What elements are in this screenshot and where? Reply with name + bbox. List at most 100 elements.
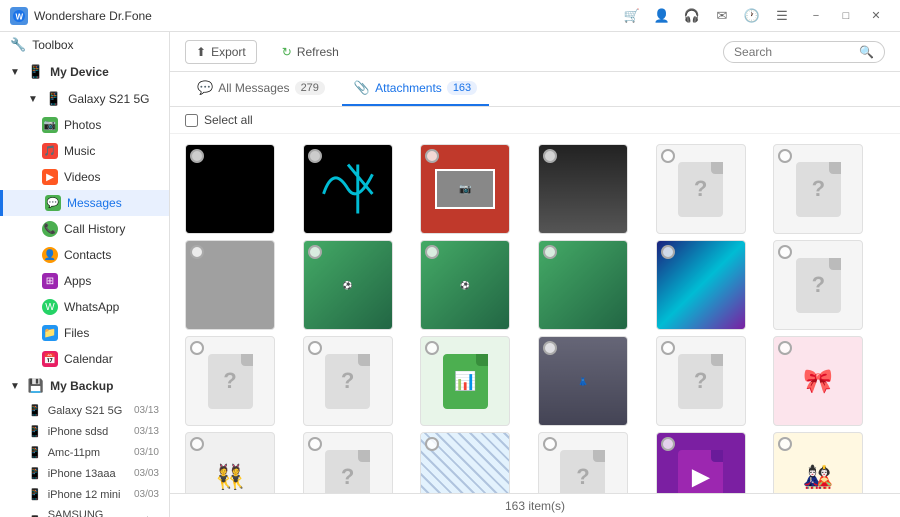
- item-checkbox-16[interactable]: [543, 341, 557, 355]
- item-checkbox-13[interactable]: [190, 341, 204, 355]
- photos-label: Photos: [64, 118, 101, 132]
- minimize-button[interactable]: −: [802, 5, 830, 27]
- grid-item-13[interactable]: ?: [185, 336, 275, 426]
- search-input[interactable]: [734, 45, 854, 59]
- files-label: Files: [64, 326, 89, 340]
- export-button[interactable]: ⬆ Export: [185, 40, 257, 64]
- status-bar: 163 item(s): [170, 493, 900, 517]
- toolbox-label: Toolbox: [32, 38, 73, 52]
- grid-item-24[interactable]: 🎎: [773, 432, 863, 493]
- cart-icon[interactable]: 🛒: [622, 6, 642, 26]
- item-checkbox-17[interactable]: [661, 341, 675, 355]
- refresh-button[interactable]: ↻ Refresh: [272, 41, 349, 63]
- backup-item-amc[interactable]: 📱 Amc-11pm 03/10: [0, 442, 169, 463]
- sidebar-item-messages[interactable]: 💬 Messages: [0, 190, 169, 216]
- maximize-button[interactable]: □: [832, 5, 860, 27]
- grid-item-17[interactable]: ?: [656, 336, 746, 426]
- grid-item-21[interactable]: [420, 432, 510, 493]
- videos-label: Videos: [64, 170, 100, 184]
- attachments-count: 163: [447, 81, 477, 95]
- grid-item-18[interactable]: 🎀: [773, 336, 863, 426]
- select-all-label[interactable]: Select all: [185, 113, 253, 127]
- sidebar-item-my-device[interactable]: ▼ 📱 My Device: [0, 58, 169, 86]
- grid-item-9[interactable]: ⚽: [420, 240, 510, 330]
- grid-item-7[interactable]: [185, 240, 275, 330]
- collapse-backup-icon: ▼: [10, 381, 20, 392]
- item-count: 163 item(s): [505, 499, 565, 513]
- item-checkbox-1[interactable]: [190, 149, 204, 163]
- close-button[interactable]: ✕: [862, 5, 890, 27]
- grid-item-16[interactable]: 👗: [538, 336, 628, 426]
- backup-item-galaxy[interactable]: 📱 Galaxy S21 5G 03/13: [0, 400, 169, 421]
- sidebar-item-videos[interactable]: ▶ Videos: [0, 164, 169, 190]
- select-all-checkbox[interactable]: [185, 114, 198, 127]
- attachments-grid: 📷 ? ?: [185, 144, 885, 493]
- attachments-grid-area: 📷 ? ?: [170, 134, 900, 493]
- history-icon[interactable]: 🕐: [742, 6, 762, 26]
- grid-item-15[interactable]: 📊: [420, 336, 510, 426]
- search-icon: 🔍: [859, 45, 874, 59]
- sidebar-item-photos[interactable]: 📷 Photos: [0, 112, 169, 138]
- sidebar-item-galaxy[interactable]: ▼ 📱 Galaxy S21 5G: [0, 86, 169, 112]
- sidebar-item-calendar[interactable]: 📅 Calendar: [0, 346, 169, 372]
- sidebar-item-whatsapp[interactable]: W WhatsApp: [0, 294, 169, 320]
- item-checkbox-7[interactable]: [190, 245, 204, 259]
- item-checkbox-22[interactable]: [543, 437, 557, 451]
- grid-item-6[interactable]: ?: [773, 144, 863, 234]
- files-icon: 📁: [42, 325, 58, 341]
- export-icon: ⬆: [196, 45, 206, 59]
- sidebar-item-call-history[interactable]: 📞 Call History: [0, 216, 169, 242]
- messages-label: Messages: [67, 196, 122, 210]
- grid-item-23[interactable]: ▶: [656, 432, 746, 493]
- sidebar-item-toolbox[interactable]: 🔧 Toolbox: [0, 32, 169, 58]
- grid-item-4[interactable]: [538, 144, 628, 234]
- headset-icon[interactable]: 🎧: [682, 6, 702, 26]
- sidebar-item-my-backup[interactable]: ▼ 💾 My Backup: [0, 372, 169, 400]
- app-logo: W: [10, 7, 28, 25]
- tab-attachments[interactable]: 📎 Attachments 163: [342, 72, 489, 106]
- tab-all-messages[interactable]: 💬 All Messages 279: [185, 72, 337, 106]
- photos-icon: 📷: [42, 117, 58, 133]
- item-checkbox-23[interactable]: [661, 437, 675, 451]
- sidebar-item-contacts[interactable]: 👤 Contacts: [0, 242, 169, 268]
- grid-item-22[interactable]: ?: [538, 432, 628, 493]
- tabs-bar: 💬 All Messages 279 📎 Attachments 163: [170, 72, 900, 107]
- item-checkbox-8[interactable]: [308, 245, 322, 259]
- apps-icon: ⊞: [42, 273, 58, 289]
- toolbar: ⬆ Export ↻ Refresh 🔍: [170, 32, 900, 72]
- sidebar-item-music[interactable]: 🎵 Music: [0, 138, 169, 164]
- grid-item-12[interactable]: ?: [773, 240, 863, 330]
- grid-item-10[interactable]: [538, 240, 628, 330]
- profile-icon[interactable]: 👤: [652, 6, 672, 26]
- item-checkbox-11[interactable]: [661, 245, 675, 259]
- titlebar: W Wondershare Dr.Fone 🛒 👤 🎧 ✉ 🕐 ☰ − □ ✕: [0, 0, 900, 32]
- grid-item-11[interactable]: [656, 240, 746, 330]
- backup-item-samsung[interactable]: 📱 SAMSUNG SM... 03/03: [0, 505, 169, 517]
- grid-item-2[interactable]: [303, 144, 393, 234]
- grid-item-20[interactable]: ?: [303, 432, 393, 493]
- whatsapp-label: WhatsApp: [64, 300, 119, 314]
- item-checkbox-10[interactable]: [543, 245, 557, 259]
- contacts-label: Contacts: [64, 248, 111, 262]
- messages-icon: 💬: [45, 195, 61, 211]
- backup-item-iphone12mini[interactable]: 📱 iPhone 12 mini 03/03: [0, 484, 169, 505]
- grid-item-5[interactable]: ?: [656, 144, 746, 234]
- item-checkbox-19[interactable]: [190, 437, 204, 451]
- music-icon: 🎵: [42, 143, 58, 159]
- backup-item-iphone-sdsd[interactable]: 📱 iPhone sdsd 03/13: [0, 421, 169, 442]
- grid-item-19[interactable]: 👯: [185, 432, 275, 493]
- item-checkbox-20[interactable]: [308, 437, 322, 451]
- item-checkbox-4[interactable]: [543, 149, 557, 163]
- sidebar-item-apps[interactable]: ⊞ Apps: [0, 268, 169, 294]
- grid-item-8[interactable]: ⚽: [303, 240, 393, 330]
- backup-item-iphone13[interactable]: 📱 iPhone 13aaa 03/03: [0, 463, 169, 484]
- grid-item-14[interactable]: ?: [303, 336, 393, 426]
- calendar-icon: 📅: [42, 351, 58, 367]
- sidebar-item-files[interactable]: 📁 Files: [0, 320, 169, 346]
- mail-icon[interactable]: ✉: [712, 6, 732, 26]
- menu-icon[interactable]: ☰: [772, 6, 792, 26]
- grid-item-1[interactable]: [185, 144, 275, 234]
- item-checkbox-5[interactable]: [661, 149, 675, 163]
- item-checkbox-14[interactable]: [308, 341, 322, 355]
- grid-item-3[interactable]: 📷: [420, 144, 510, 234]
